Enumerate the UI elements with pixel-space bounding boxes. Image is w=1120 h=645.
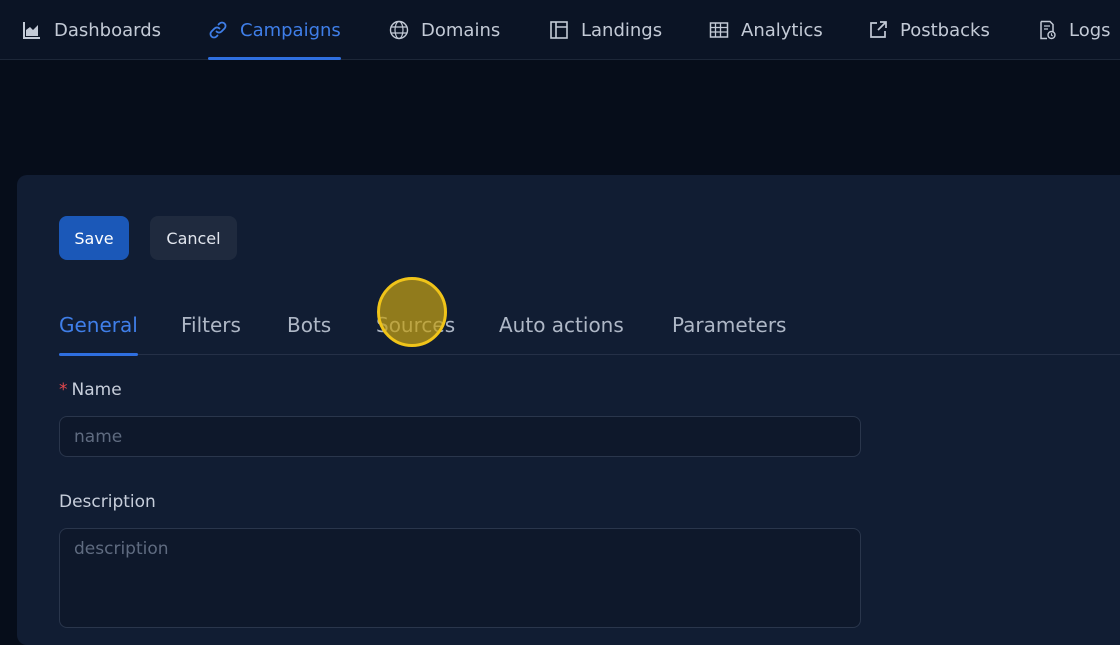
nav-item-campaigns[interactable]: Campaigns — [208, 0, 341, 60]
nav-item-label: Postbacks — [900, 19, 990, 41]
top-navigation: Dashboards Campaigns Domains Landings An… — [0, 0, 1120, 60]
nav-item-logs[interactable]: Logs — [1037, 0, 1111, 60]
description-field-label: Description — [59, 492, 156, 512]
nav-item-landings[interactable]: Landings — [549, 0, 662, 60]
nav-item-label: Domains — [421, 19, 501, 41]
save-button[interactable]: Save — [59, 216, 129, 260]
required-mark: * — [59, 380, 68, 400]
name-input[interactable] — [59, 416, 861, 457]
tab-auto-actions[interactable]: Auto actions — [499, 295, 624, 355]
nav-item-domains[interactable]: Domains — [389, 0, 500, 60]
name-field-label: * Name — [59, 380, 122, 400]
nav-item-label: Dashboards — [54, 19, 162, 41]
nav-item-label: Logs — [1069, 19, 1111, 41]
tab-filters[interactable]: Filters — [181, 295, 241, 355]
nav-item-label: Analytics — [741, 19, 823, 41]
layout-icon — [549, 20, 569, 40]
cancel-button[interactable]: Cancel — [150, 216, 237, 260]
link-icon — [208, 20, 228, 40]
log-file-icon — [1037, 20, 1057, 40]
campaign-form-panel: Save Cancel General Filters Bots Sources… — [17, 175, 1120, 645]
external-link-icon — [868, 20, 888, 40]
tab-bots[interactable]: Bots — [287, 295, 331, 355]
nav-item-label: Campaigns — [240, 19, 341, 41]
name-label-text: Name — [71, 380, 122, 400]
description-input[interactable] — [59, 528, 861, 628]
tab-sources[interactable]: Sources — [376, 295, 455, 355]
form-tabs: General Filters Bots Sources Auto action… — [59, 295, 1120, 356]
chart-icon — [22, 20, 42, 40]
nav-item-postbacks[interactable]: Postbacks — [868, 0, 990, 60]
nav-item-dashboards[interactable]: Dashboards — [22, 0, 161, 60]
tab-general[interactable]: General — [59, 295, 138, 356]
table-icon — [709, 20, 729, 40]
nav-item-analytics[interactable]: Analytics — [709, 0, 823, 60]
globe-icon — [389, 20, 409, 40]
tab-parameters[interactable]: Parameters — [672, 295, 786, 355]
nav-item-label: Landings — [581, 19, 663, 41]
